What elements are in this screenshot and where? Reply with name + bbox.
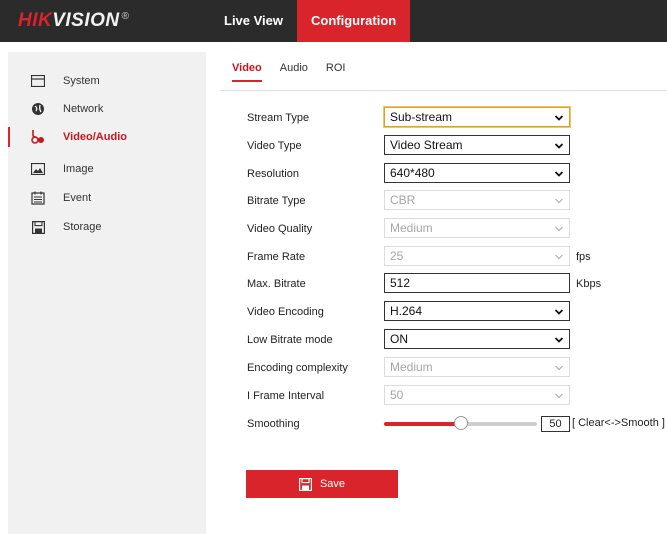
save-disk-icon bbox=[298, 477, 312, 491]
sidebar-item-network[interactable]: Network bbox=[8, 98, 206, 120]
sidebar-item-storage[interactable]: Storage bbox=[8, 216, 206, 238]
image-icon bbox=[30, 161, 46, 177]
smoothing-slider-fill bbox=[384, 422, 461, 426]
sidebar-item-image[interactable]: Image bbox=[8, 158, 206, 180]
stream-type-select[interactable]: Sub-stream bbox=[384, 107, 570, 127]
bitrate-type-label: Bitrate Type bbox=[247, 195, 306, 207]
resolution-label: Resolution bbox=[247, 168, 299, 180]
save-disk-icon bbox=[30, 219, 46, 235]
tab-divider bbox=[220, 90, 667, 91]
i-frame-interval-select: 50 bbox=[384, 385, 570, 405]
low-bitrate-mode-label: Low Bitrate mode bbox=[247, 334, 333, 346]
video-quality-label: Video Quality bbox=[247, 223, 313, 235]
sidebar-item-label: Video/Audio bbox=[63, 131, 127, 143]
chevron-down-icon bbox=[555, 254, 563, 260]
smoothing-slider-thumb[interactable] bbox=[453, 416, 468, 430]
sidebar-item-video-audio[interactable]: Video/Audio bbox=[8, 126, 206, 148]
resolution-select[interactable]: 640*480 bbox=[384, 163, 570, 183]
video-type-label: Video Type bbox=[247, 140, 302, 152]
bitrate-type-select: CBR bbox=[384, 190, 570, 210]
video-quality-select: Medium bbox=[384, 218, 570, 238]
save-button-label: Save bbox=[319, 478, 346, 490]
calendar-icon bbox=[30, 190, 46, 206]
frame-rate-unit: fps bbox=[576, 251, 591, 263]
stream-type-label: Stream Type bbox=[247, 112, 310, 124]
chevron-down-icon bbox=[554, 115, 564, 121]
chevron-down-icon bbox=[555, 365, 563, 371]
sidebar-item-label: System bbox=[63, 75, 100, 87]
smoothing-hint: [ Clear<->Smooth ] bbox=[572, 417, 665, 429]
chevron-down-icon bbox=[554, 143, 564, 149]
chevron-down-icon bbox=[554, 337, 564, 343]
i-frame-interval-label: I Frame Interval bbox=[247, 390, 325, 402]
chevron-down-icon bbox=[555, 393, 563, 399]
video-encoding-select[interactable]: H.264 bbox=[384, 301, 570, 321]
sidebar-item-label: Event bbox=[63, 192, 92, 204]
frame-rate-select: 25 bbox=[384, 246, 570, 266]
globe-icon bbox=[30, 101, 46, 117]
sidebar: System Network Video/Audio Image Event S… bbox=[8, 52, 206, 534]
video-type-select[interactable]: Video Stream bbox=[384, 135, 570, 155]
top-bar: HIKVISION ® Live View Configuration bbox=[0, 0, 667, 42]
sidebar-item-label: Image bbox=[63, 163, 94, 175]
tab-roi[interactable]: ROI bbox=[326, 62, 346, 82]
smoothing-label: Smoothing bbox=[247, 418, 300, 430]
frame-rate-label: Frame Rate bbox=[247, 251, 306, 263]
sidebar-item-label: Network bbox=[63, 103, 104, 115]
video-encoding-label: Video Encoding bbox=[247, 306, 324, 318]
nav-configuration[interactable]: Configuration bbox=[297, 0, 411, 42]
chevron-down-icon bbox=[555, 226, 563, 232]
tab-audio[interactable]: Audio bbox=[280, 62, 308, 82]
settings-tabs: Video Audio ROI bbox=[232, 62, 363, 82]
smoothing-value[interactable]: 50 bbox=[541, 416, 570, 432]
hikvision-logo: HIKVISION ® bbox=[18, 10, 130, 31]
max-bitrate-label: Max. Bitrate bbox=[247, 278, 306, 290]
save-button[interactable]: Save bbox=[246, 470, 398, 498]
low-bitrate-mode-select[interactable]: ON bbox=[384, 329, 570, 349]
sidebar-item-system[interactable]: System bbox=[8, 70, 206, 92]
nav-live-view[interactable]: Live View bbox=[210, 0, 297, 42]
encoding-complexity-select: Medium bbox=[384, 357, 570, 377]
chevron-down-icon bbox=[554, 171, 564, 177]
max-bitrate-input[interactable]: 512 bbox=[384, 273, 570, 293]
encoding-complexity-label: Encoding complexity bbox=[247, 362, 348, 374]
sidebar-item-event[interactable]: Event bbox=[8, 187, 206, 209]
tab-video[interactable]: Video bbox=[232, 62, 262, 82]
video-audio-icon bbox=[30, 129, 46, 145]
chevron-down-icon bbox=[555, 198, 563, 204]
top-nav: Live View Configuration bbox=[210, 0, 411, 42]
chevron-down-icon bbox=[554, 309, 564, 315]
sidebar-item-label: Storage bbox=[63, 221, 102, 233]
max-bitrate-unit: Kbps bbox=[576, 278, 602, 290]
monitor-icon bbox=[30, 73, 46, 89]
